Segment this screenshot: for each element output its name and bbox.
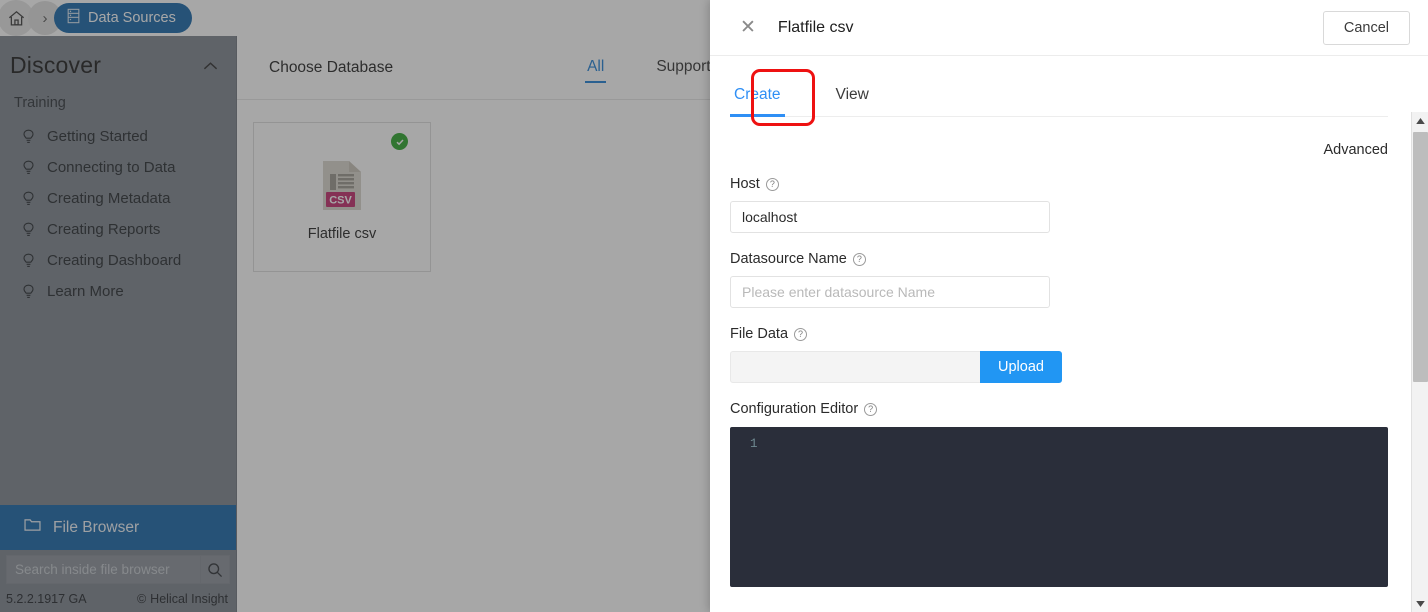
datasource-name-label-text: Datasource Name [730,251,847,267]
datasource-name-label: Datasource Name ? [730,251,1388,267]
modal-title: Flatfile csv [777,18,854,36]
file-data-input[interactable] [730,351,980,383]
configuration-editor-field-group: Configuration Editor ? 1 [730,401,1388,587]
file-data-field-group: File Data ? Upload [730,326,1388,383]
file-data-label-text: File Data [730,326,789,342]
host-label-text: Host [730,176,760,192]
host-label: Host ? [730,176,1388,192]
datasource-name-field-group: Datasource Name ? [730,251,1388,308]
editor-line-number: 1 [750,437,758,451]
file-data-label: File Data ? [730,326,1388,342]
modal-body: Create View Advanced Host ? Datasource N… [710,56,1428,612]
modal-tab-bar: Create View [730,69,1388,126]
configuration-editor-label: Configuration Editor ? [730,401,1388,417]
host-input[interactable] [730,201,1050,233]
modal-scrollbar[interactable] [1411,112,1428,612]
help-icon[interactable]: ? [765,177,779,191]
file-data-row: Upload [730,351,1388,383]
close-icon[interactable]: ✕ [740,18,756,37]
configuration-editor-label-text: Configuration Editor [730,401,859,417]
scroll-down-icon[interactable] [1412,595,1428,612]
upload-button[interactable]: Upload [980,351,1062,383]
cancel-button[interactable]: Cancel [1322,10,1410,45]
modal-form: Create View Advanced Host ? Datasource N… [710,56,1428,587]
datasource-name-input[interactable] [730,276,1050,308]
configuration-editor[interactable]: 1 [730,427,1388,587]
scroll-up-icon[interactable] [1412,112,1428,129]
help-icon[interactable]: ? [794,327,808,341]
tab-create[interactable]: Create [730,82,785,117]
tab-view[interactable]: View [832,82,873,116]
host-field-group: Host ? [730,176,1388,233]
help-icon[interactable]: ? [864,402,878,416]
scrollbar-thumb[interactable] [1413,132,1428,382]
modal-header: ✕ Flatfile csv Cancel [710,0,1428,56]
flatfile-csv-modal: ✕ Flatfile csv Cancel Create View Advanc… [710,0,1428,612]
advanced-link[interactable]: Advanced [730,142,1389,158]
help-icon[interactable]: ? [852,252,866,266]
